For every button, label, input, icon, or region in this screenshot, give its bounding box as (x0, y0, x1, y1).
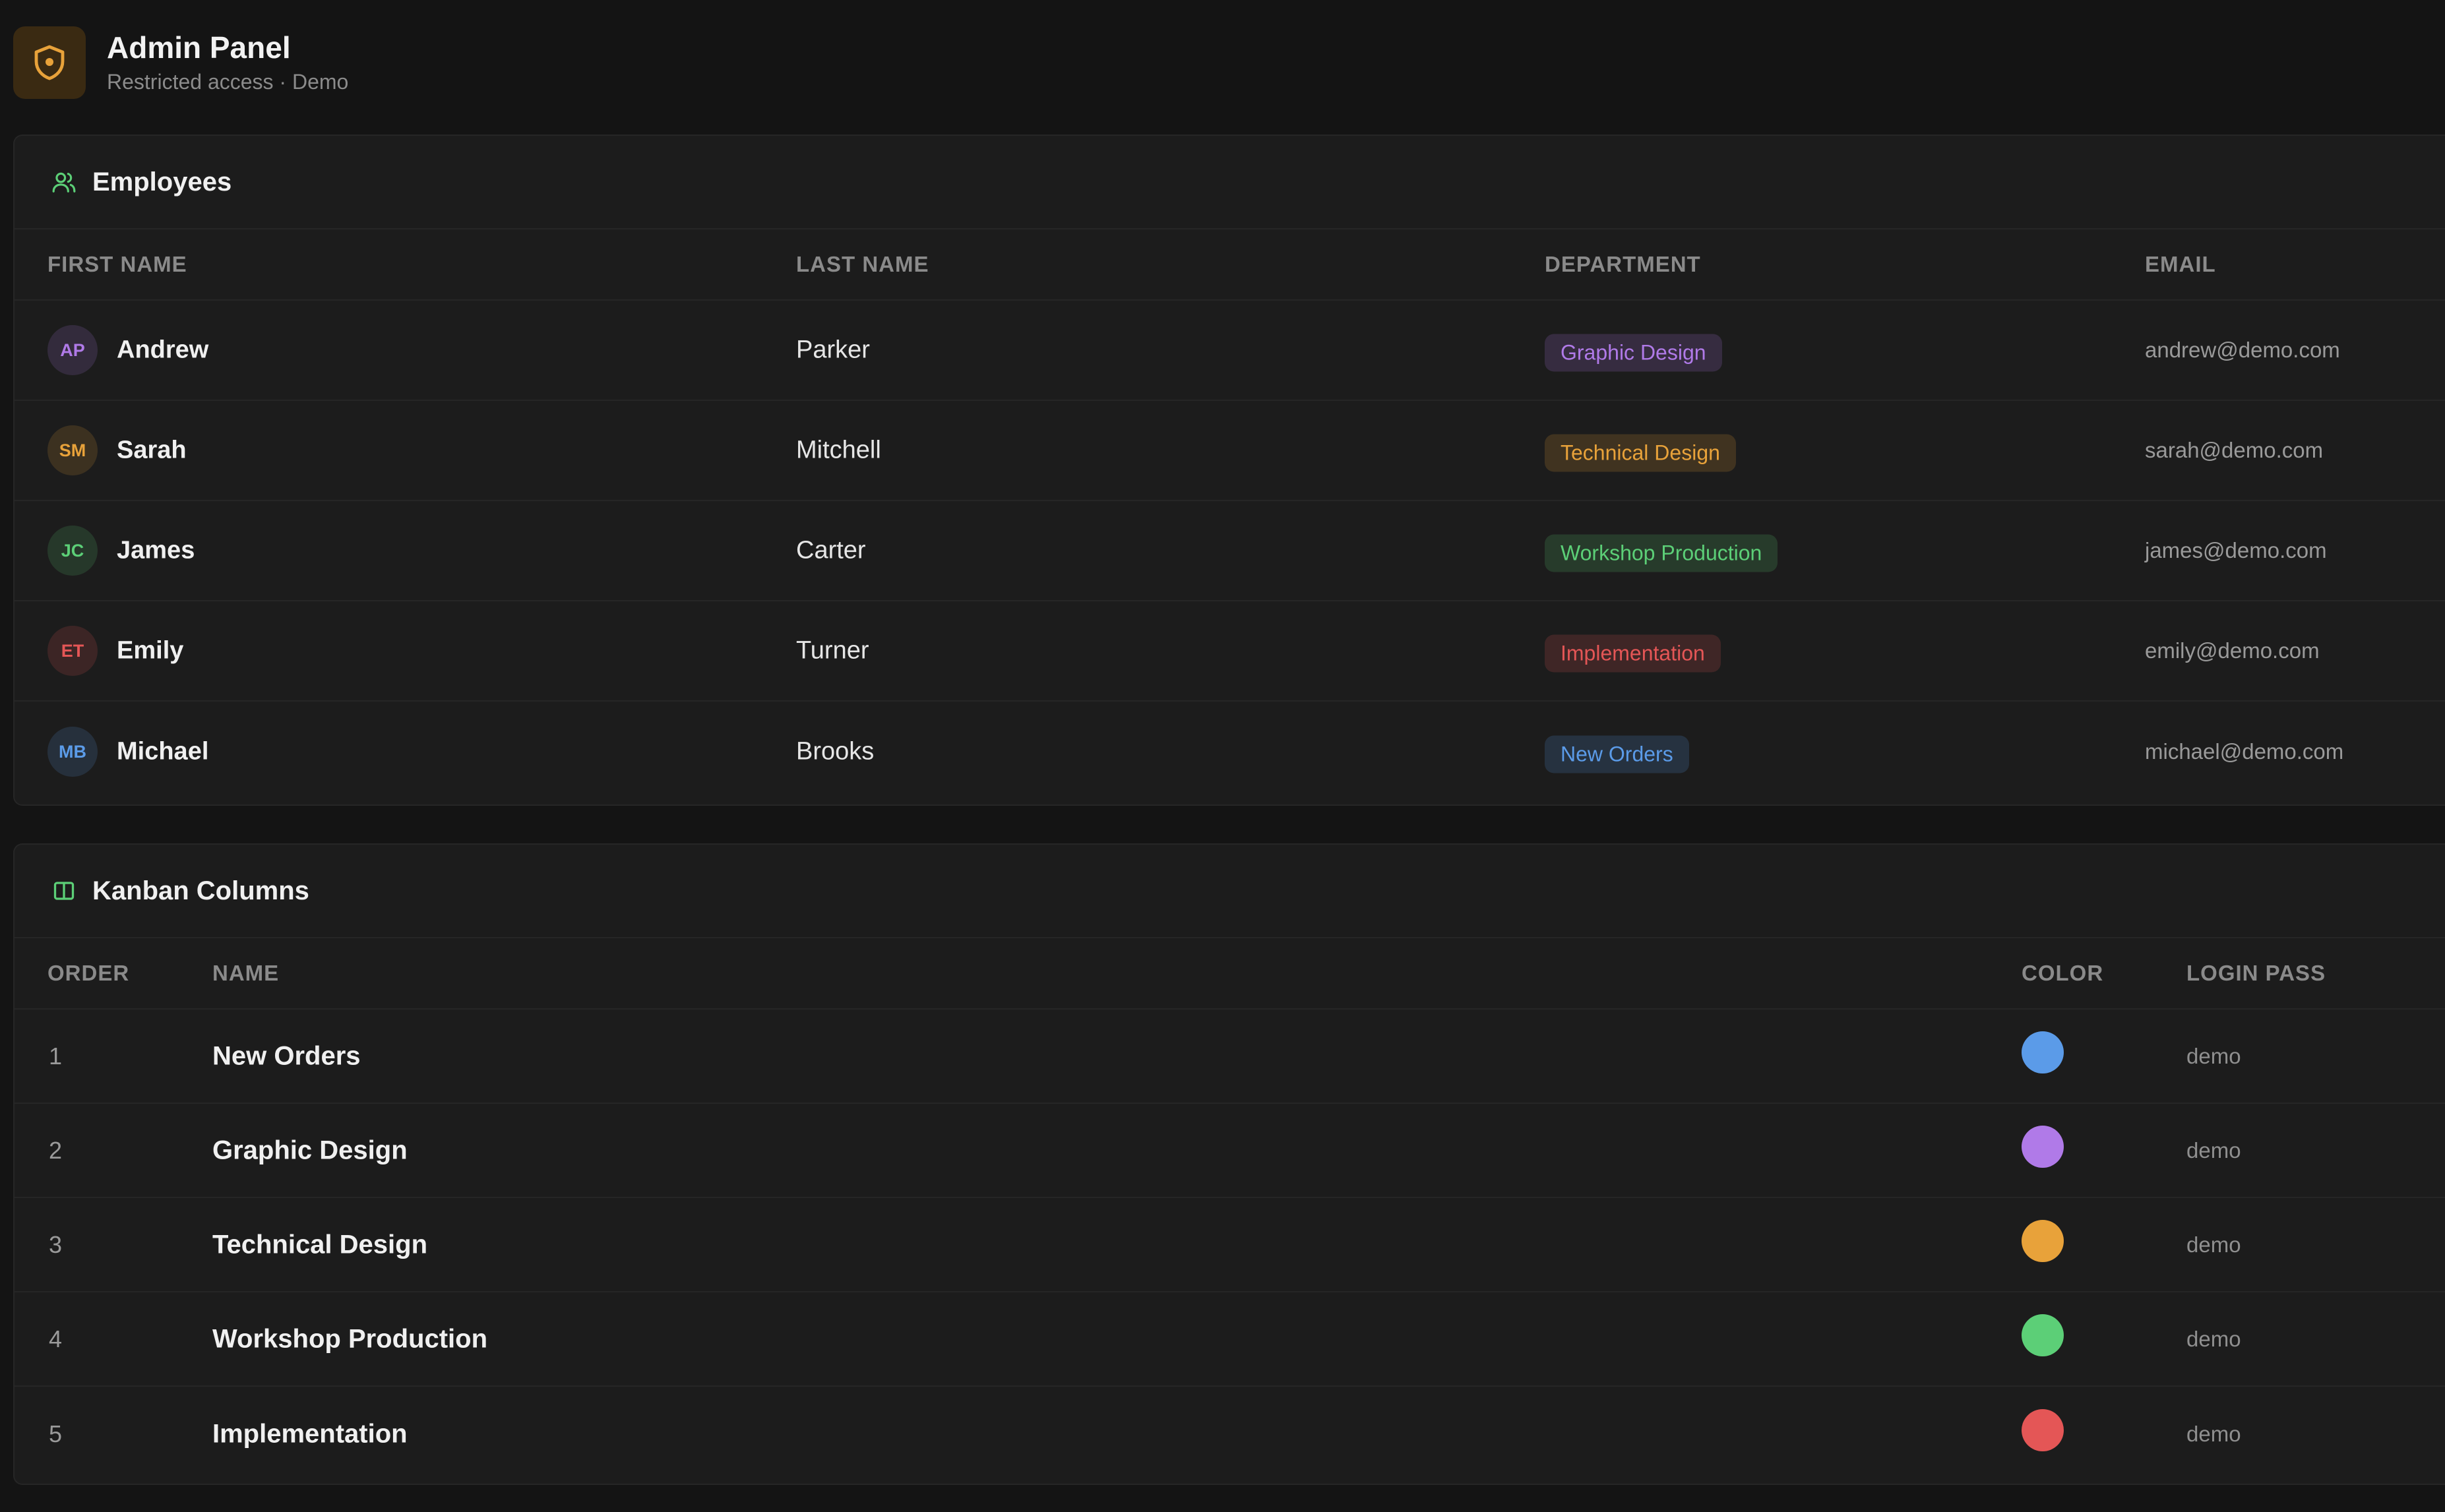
color-swatch[interactable] (2022, 1314, 2064, 1356)
department-badge: Technical Design (1545, 434, 1736, 472)
table-row[interactable]: 5 Implementation demo (15, 1387, 2445, 1481)
employees-title: Employees (92, 167, 232, 197)
column-header-name[interactable]: NAME (212, 961, 279, 986)
app-header: Admin Panel Restricted access · Demo (0, 0, 2445, 125)
last-name: Brooks (796, 737, 875, 766)
column-name: Workshop Production (212, 1324, 488, 1353)
table-row[interactable]: ET Emily Turner Implementation emily@demo.co… (15, 601, 2445, 702)
avatar: SM (47, 425, 98, 475)
color-swatch[interactable] (2022, 1125, 2064, 1168)
employees-panel-header: Employees (15, 136, 2445, 229)
email[interactable]: sarah@demo.com (2145, 438, 2323, 463)
table-row[interactable]: AP Andrew Parker Graphic Design andrew@demo.… (15, 301, 2445, 401)
table-row[interactable]: 2 Graphic Design demo (15, 1104, 2445, 1198)
avatar: JC (47, 526, 98, 576)
first-name: James (117, 536, 195, 564)
email[interactable]: michael@demo.com (2145, 739, 2343, 764)
last-name: Parker (796, 336, 870, 364)
kanban-table-header: ORDER NAME COLOR LOGIN PASS (15, 938, 2445, 1010)
department-badge: New Orders (1545, 735, 1689, 773)
column-header-last-name[interactable]: LAST NAME (796, 252, 929, 277)
login-pass: demo (2186, 1421, 2241, 1446)
department-badge: Workshop Production (1545, 534, 1778, 572)
last-name: Mitchell (796, 436, 881, 464)
first-name: Michael (117, 737, 209, 766)
color-swatch[interactable] (2022, 1219, 2064, 1262)
first-name: Sarah (117, 436, 187, 464)
table-row[interactable]: JC James Carter Workshop Production james@de… (15, 501, 2445, 601)
order-number: 3 (49, 1230, 63, 1258)
department-badge: Graphic Design (1545, 334, 1722, 372)
page-title: Admin Panel (107, 30, 291, 65)
table-row[interactable]: 3 Technical Design demo (15, 1198, 2445, 1292)
login-pass: demo (2186, 1043, 2241, 1068)
column-header-first-name[interactable]: FIRST NAME (47, 252, 187, 277)
first-name: Emily (117, 636, 184, 665)
page-subtitle: Restricted access · Demo (107, 69, 349, 94)
last-name: Turner (796, 636, 869, 665)
email[interactable]: emily@demo.com (2145, 638, 2320, 663)
employees-table-body: AP Andrew Parker Graphic Design andrew@demo.… (15, 301, 2445, 802)
column-name: Graphic Design (212, 1135, 408, 1164)
column-name: Technical Design (212, 1230, 428, 1259)
users-icon (51, 169, 77, 195)
table-row[interactable]: 1 New Orders demo (15, 1010, 2445, 1104)
column-header-order[interactable]: ORDER (47, 961, 129, 986)
employees-panel: Employees FIRST NAME LAST NAME DEPARTMEN… (13, 135, 2445, 806)
column-header-email[interactable]: EMAIL (2145, 252, 2216, 277)
email[interactable]: james@demo.com (2145, 538, 2327, 563)
first-name: Andrew (117, 336, 209, 364)
login-pass: demo (2186, 1137, 2241, 1163)
table-row[interactable]: MB Michael Brooks New Orders michael@demo.co… (15, 702, 2445, 802)
avatar: ET (47, 626, 98, 676)
column-header-department[interactable]: DEPARTMENT (1545, 252, 1701, 277)
order-number: 1 (49, 1042, 63, 1070)
login-pass: demo (2186, 1326, 2241, 1351)
kanban-panel-header: Kanban Columns (15, 845, 2445, 938)
order-number: 2 (49, 1136, 63, 1164)
employees-table-header: FIRST NAME LAST NAME DEPARTMENT EMAIL (15, 229, 2445, 301)
admin-panel-page: Admin Panel Restricted access · Demo Emp… (0, 0, 2445, 1512)
avatar: AP (47, 325, 98, 375)
order-number: 4 (49, 1325, 63, 1352)
kanban-table-body: 1 New Orders demo 2 Graphic Design demo 3 Techn… (15, 1010, 2445, 1481)
color-swatch[interactable] (2022, 1031, 2064, 1074)
table-row[interactable]: SM Sarah Mitchell Technical Design sarah@dem… (15, 401, 2445, 501)
columns-icon (51, 878, 77, 903)
color-swatch[interactable] (2022, 1408, 2064, 1451)
login-pass: demo (2186, 1232, 2241, 1257)
kanban-columns-panel: Kanban Columns ORDER NAME COLOR LOGIN PA… (13, 843, 2445, 1485)
kanban-title: Kanban Columns (92, 876, 309, 905)
column-header-color[interactable]: COLOR (2022, 961, 2103, 986)
last-name: Carter (796, 536, 866, 564)
column-name: Implementation (212, 1419, 408, 1448)
avatar: MB (47, 727, 98, 777)
department-badge: Implementation (1545, 634, 1721, 673)
order-number: 5 (49, 1420, 63, 1447)
column-header-login-pass[interactable]: LOGIN PASS (2186, 961, 2326, 986)
shield-icon (13, 26, 86, 99)
column-name: New Orders (212, 1041, 361, 1070)
email[interactable]: andrew@demo.com (2145, 338, 2340, 363)
table-row[interactable]: 4 Workshop Production demo (15, 1292, 2445, 1387)
